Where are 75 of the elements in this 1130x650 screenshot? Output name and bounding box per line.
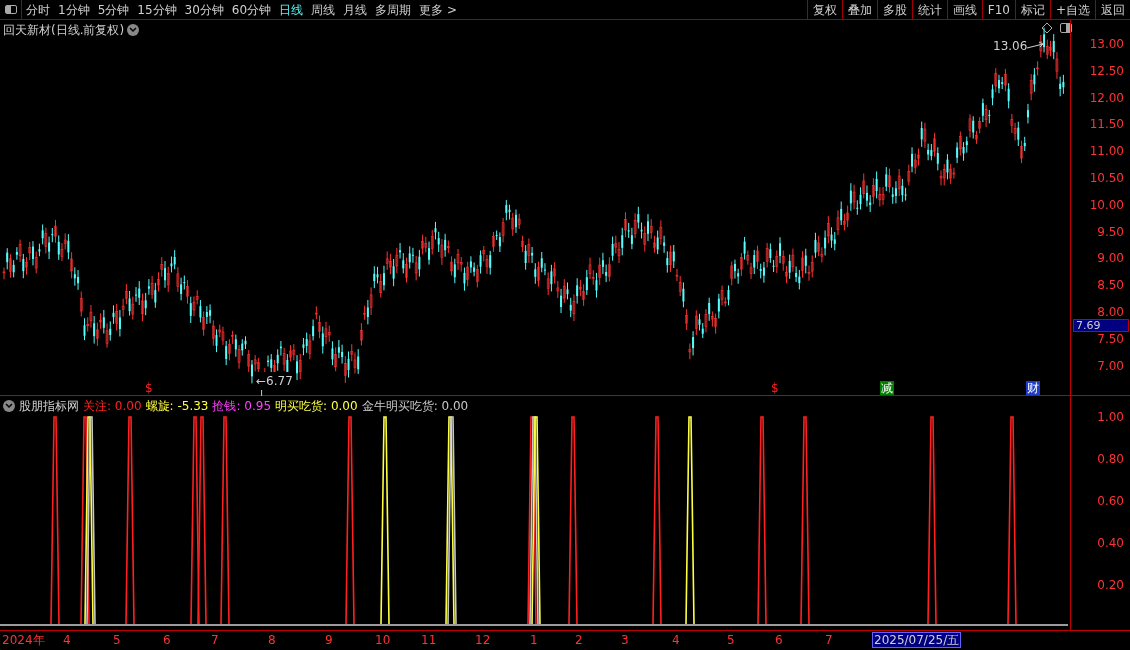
event-marker[interactable]: $	[145, 381, 153, 395]
date-axis-label: 4	[672, 633, 680, 647]
date-axis-label: 10	[375, 633, 391, 647]
indicator-name: 股朋指标网	[19, 398, 79, 415]
price-axis-label: 11.00	[1089, 145, 1124, 158]
toolbar-button[interactable]: 标记	[1014, 0, 1050, 20]
event-marker[interactable]: $	[771, 381, 779, 395]
period-tab[interactable]: 1分钟	[54, 0, 94, 20]
dropdown-icon[interactable]	[3, 400, 15, 412]
stock-title: 回天新材(日线.前复权)	[3, 22, 125, 39]
price-axis-label: 10.00	[1089, 198, 1124, 211]
toolbar-button[interactable]: +自选	[1049, 0, 1095, 20]
period-tab[interactable]: 分时	[22, 0, 54, 20]
dropdown-icon[interactable]	[127, 24, 140, 36]
period-tab[interactable]: 30分钟	[180, 0, 228, 20]
legend-value: 明买吃货: 0.00	[275, 398, 358, 415]
period-tab[interactable]: 日线	[275, 0, 308, 20]
toolbar-button[interactable]: 复权	[806, 0, 842, 20]
price-axis-label: 7.50	[1097, 332, 1124, 345]
date-axis-label: 1	[530, 633, 538, 647]
high-price-label: 13.06	[993, 38, 1028, 55]
period-tab[interactable]: 周线	[307, 0, 340, 20]
event-marker[interactable]: 财	[1026, 381, 1040, 395]
price-axis-label: 8.50	[1097, 279, 1124, 292]
date-axis-label: 5	[727, 633, 735, 647]
price-axis-label: 11.50	[1089, 118, 1124, 131]
date-axis-label: 4	[63, 633, 71, 647]
date-axis-label: 12	[475, 633, 491, 647]
toolbar-button[interactable]: 画线	[946, 0, 982, 20]
arrow-icon	[1027, 42, 1046, 50]
diamond-icon[interactable]	[1042, 23, 1052, 33]
indicator-axis-label: 0.40	[1097, 536, 1124, 550]
price-axis-label: 12.00	[1089, 91, 1124, 104]
toolbar-button[interactable]: 统计	[911, 0, 947, 20]
indicator-axis-label: 0.60	[1097, 494, 1124, 508]
toolbar-button[interactable]: 叠加	[841, 0, 877, 20]
indicator-axis-label: 0.20	[1097, 578, 1124, 592]
indicator-axis-label: 1.00	[1097, 410, 1124, 424]
indicator-axis-label: 0.80	[1097, 452, 1124, 466]
cursor-date-label: 2025/07/25/五	[872, 632, 962, 648]
period-tab[interactable]: 5分钟	[93, 0, 134, 20]
date-axis-label: 3	[621, 633, 629, 647]
date-axis-label: 8	[268, 633, 276, 647]
low-price-label: ←6.77	[256, 372, 293, 390]
period-tab[interactable]: 月线	[339, 0, 372, 20]
date-axis-label: 5	[113, 633, 121, 647]
period-tab[interactable]: 60分钟	[227, 0, 276, 20]
event-marker[interactable]: 减	[880, 381, 894, 395]
legend-value: 螺旋: -5.33	[145, 398, 209, 415]
date-axis-label: 11	[421, 633, 437, 647]
price-axis-label: 7.00	[1097, 359, 1124, 372]
date-axis-label: 9	[325, 633, 333, 647]
date-axis-label: 2	[575, 633, 583, 647]
price-axis-label: 12.50	[1089, 64, 1124, 77]
date-axis-label: 6	[163, 633, 171, 647]
panel-toggle-icon[interactable]	[1060, 23, 1072, 33]
price-axis-label: 10.50	[1089, 172, 1124, 184]
price-axis-label: 9.00	[1097, 252, 1124, 265]
period-tab[interactable]: 15分钟	[133, 0, 181, 20]
date-axis-label: 7	[825, 633, 833, 647]
toolbar-button[interactable]: 多股	[876, 0, 912, 20]
legend-value: 金牛明买吃货: 0.00	[361, 398, 469, 415]
toolbar-button[interactable]: 返回	[1095, 0, 1130, 20]
date-axis-label: 6	[775, 633, 783, 647]
price-axis-label: 8.00	[1097, 306, 1124, 318]
date-axis-label: 2024年	[2, 633, 45, 647]
more-button[interactable]: 更多 >	[415, 0, 461, 19]
period-tab[interactable]: 多周期	[371, 0, 416, 20]
price-axis-label: 13.00	[1089, 38, 1124, 50]
current-price-label: 7.69	[1073, 319, 1129, 332]
price-axis-label: 9.50	[1097, 225, 1124, 238]
toolbar-button[interactable]: F10	[981, 0, 1015, 20]
legend-value: 抢钱: 0.95	[212, 398, 272, 415]
date-axis-label: 7	[211, 633, 219, 647]
legend-value: 关注: 0.00	[83, 398, 142, 415]
